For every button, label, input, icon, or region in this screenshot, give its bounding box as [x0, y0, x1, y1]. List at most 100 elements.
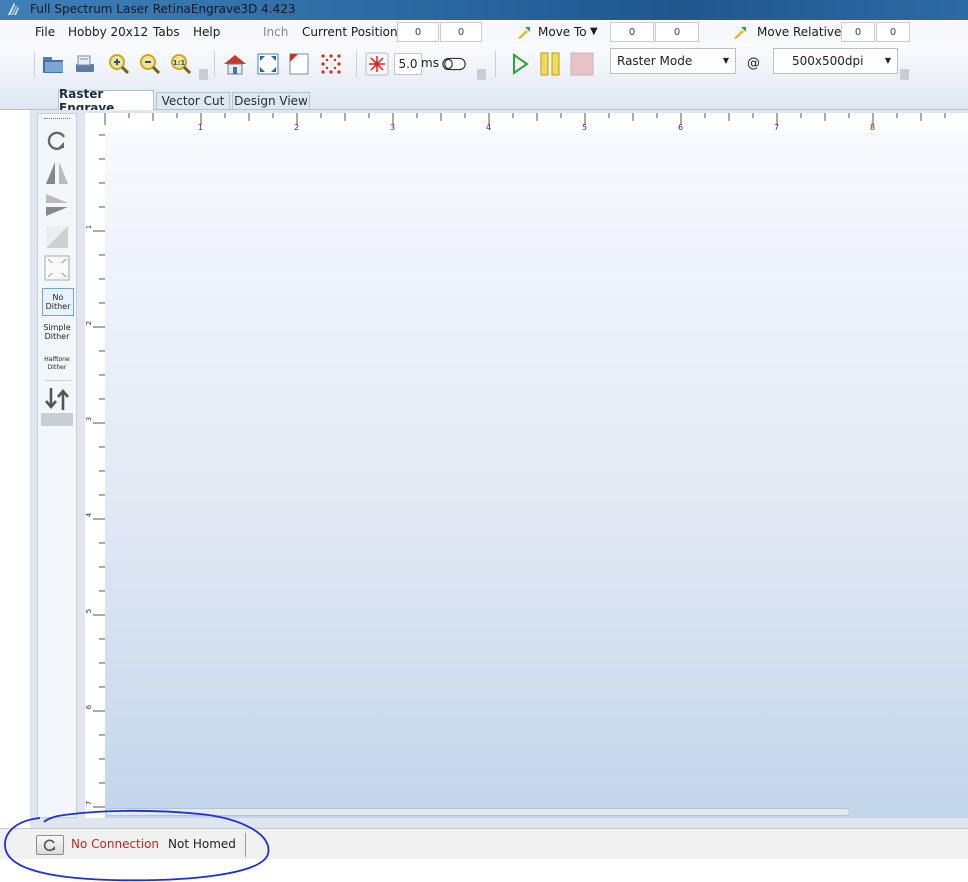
laser-fire-button[interactable]	[364, 51, 390, 77]
ruler-label-x: 2	[294, 123, 300, 132]
tab-vector-cut[interactable]: Vector Cut	[156, 92, 230, 109]
no-dither-label-2: Dither	[45, 302, 71, 311]
ruler-label-y: 5	[85, 608, 94, 614]
halftone-dither-button[interactable]: Halftone Dither	[42, 356, 72, 372]
move-to-y-field[interactable]: 0	[655, 22, 699, 42]
page-origin-button[interactable]	[286, 51, 312, 77]
move-to-icon[interactable]	[516, 24, 532, 40]
menu-help[interactable]: Help	[193, 25, 220, 39]
unit-label[interactable]: Inch	[263, 25, 288, 39]
menu-bar: File Hobby 20x12 Tabs Help Inch Current …	[0, 21, 968, 43]
sort-arrows-icon	[45, 388, 69, 410]
move-to-button[interactable]: Move To	[538, 25, 587, 39]
scan-button[interactable]	[72, 51, 98, 77]
move-relative-icon[interactable]	[732, 24, 748, 40]
toolbar-overflow-grip-2[interactable]	[477, 69, 486, 80]
current-x-field: 0	[397, 22, 439, 42]
simple-dither-label-2: Dither	[44, 332, 70, 341]
design-canvas[interactable]	[105, 133, 968, 818]
ruler-label-y: 3	[85, 416, 94, 422]
horizontal-ruler-ticks	[104, 113, 946, 125]
move-relative-x-field[interactable]: 0	[841, 22, 875, 42]
vertical-ruler: 1 2 3 4 5 6 7	[85, 133, 106, 818]
toolbar-overflow-grip[interactable]	[199, 69, 208, 80]
toggle-switch-icon	[442, 57, 466, 71]
zoom-out-button[interactable]	[137, 51, 163, 77]
zoom-actual-icon: 1:1	[171, 54, 192, 75]
pause-button[interactable]	[537, 51, 563, 77]
mirror-vertical-icon	[46, 194, 68, 216]
mirror-vertical-button[interactable]	[40, 191, 74, 219]
mode-select-value: Raster Mode	[617, 54, 693, 68]
ruler-label-y: 7	[85, 800, 94, 806]
zoom-in-icon	[109, 54, 130, 75]
run-button[interactable]	[507, 51, 533, 77]
halftone-dither-label-2: Dither	[47, 364, 67, 371]
expand-icon	[44, 255, 70, 281]
menu-hobby[interactable]: Hobby 20x12	[68, 25, 148, 39]
reset-connection-button[interactable]	[36, 835, 64, 855]
side-toolbar: No Dither Simple Dither Halftone Dither	[37, 113, 77, 818]
tab-design-view[interactable]: Design View	[232, 92, 310, 109]
move-relative-button[interactable]: Move Relative	[757, 25, 841, 39]
sort-direction-button[interactable]	[40, 386, 74, 412]
laser-burst-icon	[365, 52, 389, 76]
window-title: Full Spectrum Laser RetinaEngrave3D 4.42…	[30, 2, 296, 16]
ruler-label-x: 6	[678, 123, 684, 132]
ruler-label-x: 4	[486, 123, 492, 132]
ruler-label-x: 8	[870, 123, 876, 132]
mirror-horizontal-icon	[46, 162, 68, 184]
reset-icon	[43, 839, 55, 852]
dot-grid-button[interactable]	[318, 51, 344, 77]
side-toolbar-overflow-grip[interactable]	[41, 413, 73, 426]
dpi-select[interactable]: 500x500dpi ▼	[773, 48, 898, 74]
mode-select[interactable]: Raster Mode ▼	[610, 48, 736, 74]
side-toolbar-grip[interactable]	[44, 118, 70, 120]
halftone-dither-label-1: Halftone	[44, 356, 70, 363]
pause-icon	[540, 52, 560, 76]
invert-button[interactable]	[40, 223, 74, 251]
open-file-button[interactable]	[40, 51, 66, 77]
laser-toggle-button[interactable]	[442, 51, 468, 77]
ruler-label-x: 3	[390, 123, 396, 132]
scanner-icon	[76, 55, 94, 72]
no-dither-button[interactable]: No Dither	[42, 288, 74, 316]
tab-strip: Raster Engrave Vector Cut Design View	[0, 85, 968, 115]
connection-status: No Connection	[71, 837, 160, 851]
toolbar-overflow-grip-3[interactable]	[900, 69, 909, 80]
pulse-duration-field[interactable]: 5.0	[394, 53, 422, 75]
stop-button[interactable]	[569, 51, 595, 77]
current-y-field: 0	[440, 22, 482, 42]
tab-raster-engrave[interactable]: Raster Engrave	[58, 87, 154, 115]
rotate-icon	[47, 131, 66, 150]
status-bar: No Connection Not Homed	[0, 828, 968, 859]
zoom-in-button[interactable]	[106, 51, 132, 77]
open-folder-icon	[43, 57, 63, 73]
title-bar: Full Spectrum Laser RetinaEngrave3D 4.42…	[0, 0, 968, 20]
move-to-x-field[interactable]: 0	[610, 22, 654, 42]
mirror-horizontal-button[interactable]	[40, 159, 74, 187]
move-to-dropdown-icon[interactable]: ▼	[590, 26, 598, 37]
zoom-actual-size-button[interactable]: 1:1	[168, 51, 194, 77]
zoom-out-icon	[140, 54, 161, 75]
move-relative-y-field[interactable]: 0	[876, 22, 910, 42]
at-symbol: @	[747, 56, 760, 71]
app-logo-icon	[8, 3, 19, 15]
home-button[interactable]	[222, 51, 248, 77]
menu-file[interactable]: File	[35, 25, 55, 39]
rotate-button[interactable]	[40, 127, 74, 155]
ruler-label-x: 1	[198, 123, 204, 132]
ruler-label-y: 6	[85, 704, 94, 710]
fit-screen-button[interactable]	[255, 51, 281, 77]
homed-status: Not Homed	[168, 837, 236, 851]
status-divider	[245, 833, 246, 857]
simple-dither-button[interactable]: Simple Dither	[42, 323, 72, 341]
fit-screen-icon	[257, 53, 279, 75]
ruler-label-y: 4	[85, 512, 94, 518]
horizontal-scrollbar[interactable]	[105, 808, 850, 816]
expand-button[interactable]	[40, 254, 74, 282]
menu-tabs[interactable]: Tabs	[153, 25, 180, 39]
chevron-down-icon: ▼	[722, 56, 729, 65]
ruler-label-x: 7	[774, 123, 780, 132]
pulse-unit-label: ms	[421, 56, 439, 70]
